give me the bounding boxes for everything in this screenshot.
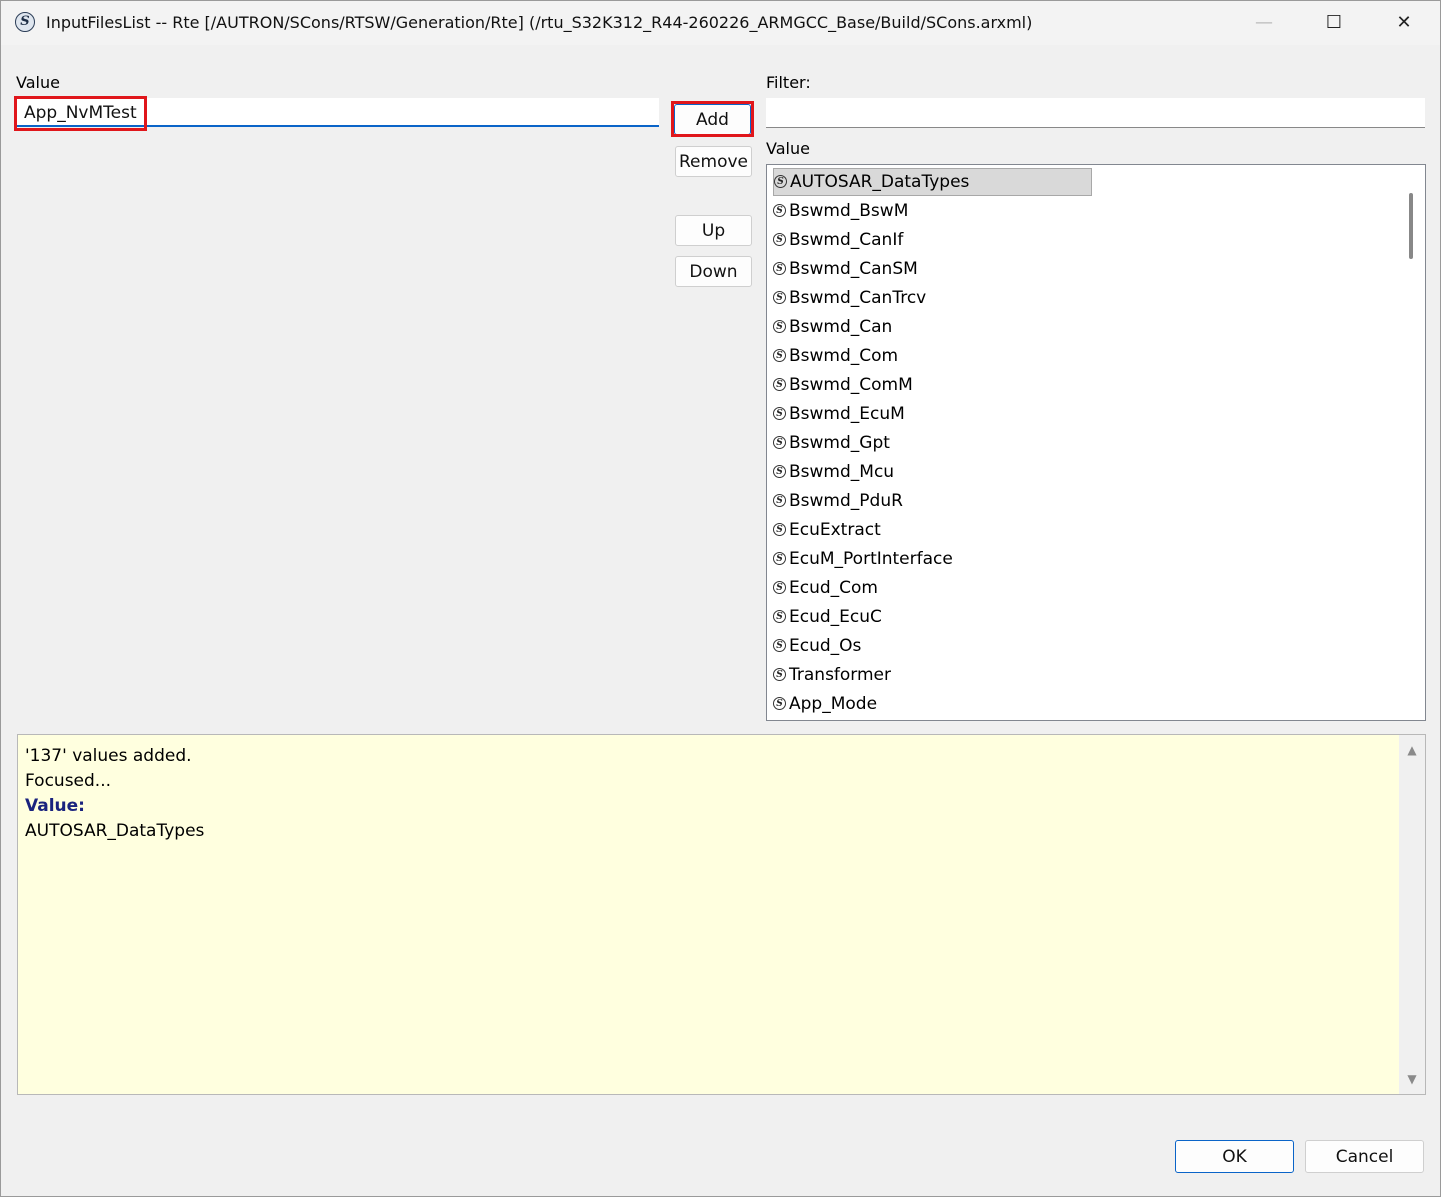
scons-icon: S	[773, 668, 786, 681]
add-button[interactable]: Add	[674, 104, 751, 135]
list-item[interactable]: S Ecud_EcuC	[773, 603, 882, 631]
scons-icon: S	[773, 320, 786, 333]
scons-icon: S	[773, 494, 786, 507]
close-button[interactable]: ✕	[1369, 1, 1439, 45]
list-item[interactable]: S Bswmd_BswM	[773, 197, 908, 225]
message-area: '137' values added. Focused... Value: AU…	[17, 734, 1426, 1095]
list-item[interactable]: S Ecud_Os	[773, 632, 861, 660]
scons-icon: S	[773, 552, 786, 565]
list-item[interactable]: S EcuM_PortInterface	[773, 545, 953, 573]
list-item[interactable]: S Bswmd_CanIf	[773, 226, 903, 254]
window-title: InputFilesList -- Rte [/AUTRON/SCons/RTS…	[46, 13, 1033, 32]
scons-icon: S	[773, 349, 786, 362]
list-scrollbar-thumb[interactable]	[1409, 193, 1413, 259]
ok-button[interactable]: OK	[1175, 1140, 1294, 1173]
list-item[interactable]: S Bswmd_Com	[773, 342, 898, 370]
scons-icon: S	[773, 639, 786, 652]
scons-icon: S	[773, 523, 786, 536]
message-scrollbar[interactable]: ▲ ▼	[1399, 735, 1425, 1094]
value-list[interactable]: S AUTOSAR_DataTypes S Bswmd_BswM S Bswmd_Ca…	[766, 164, 1426, 721]
scroll-up-arrow-icon[interactable]: ▲	[1399, 740, 1425, 760]
down-button[interactable]: Down	[675, 256, 752, 287]
list-item[interactable]: S Bswmd_CanSM	[773, 255, 918, 283]
scroll-down-arrow-icon[interactable]: ▼	[1399, 1069, 1425, 1089]
value-input[interactable]: App_NvMTest	[16, 98, 659, 127]
value-label: Value	[16, 73, 60, 92]
list-item[interactable]: S Bswmd_EcuM	[773, 400, 905, 428]
value-list-label: Value	[766, 139, 810, 158]
remove-button[interactable]: Remove	[675, 146, 752, 177]
scons-icon: S	[773, 407, 786, 420]
filter-input[interactable]	[766, 98, 1425, 128]
scons-icon: S	[773, 378, 786, 391]
scons-icon: S	[773, 262, 786, 275]
list-item[interactable]: S Bswmd_Mcu	[773, 458, 894, 486]
cancel-button[interactable]: Cancel	[1305, 1140, 1424, 1173]
filter-label: Filter:	[766, 73, 811, 92]
scons-icon: S	[773, 436, 786, 449]
list-item[interactable]: S AUTOSAR_DataTypes	[773, 168, 1092, 196]
app-logo-icon: S	[15, 12, 35, 32]
title-bar: S InputFilesList -- Rte [/AUTRON/SCons/R…	[1, 1, 1440, 45]
message-line: Focused...	[25, 771, 112, 791]
message-line: '137' values added.	[25, 746, 192, 766]
message-heading: Value:	[25, 796, 85, 816]
scons-icon: S	[773, 697, 786, 710]
dialog-window: S InputFilesList -- Rte [/AUTRON/SCons/R…	[0, 0, 1441, 1197]
list-item[interactable]: S Ecud_Com	[773, 574, 878, 602]
message-line: AUTOSAR_DataTypes	[25, 821, 205, 841]
list-item[interactable]: S Bswmd_CanTrcv	[773, 284, 926, 312]
list-item[interactable]: S Transformer	[773, 661, 891, 689]
list-item[interactable]: S Bswmd_Gpt	[773, 429, 890, 457]
scons-icon: S	[773, 233, 786, 246]
list-item[interactable]: S Bswmd_Can	[773, 313, 892, 341]
scons-icon: S	[773, 465, 786, 478]
scons-icon: S	[773, 204, 786, 217]
maximize-button[interactable]: ☐	[1299, 1, 1369, 45]
scons-icon: S	[773, 610, 786, 623]
list-item[interactable]: S EcuExtract	[773, 516, 881, 544]
list-item[interactable]: S Bswmd_PduR	[773, 487, 903, 515]
list-item[interactable]: S App_Mode	[773, 690, 877, 718]
minimize-button[interactable]: —	[1229, 1, 1299, 45]
scons-icon: S	[773, 291, 786, 304]
list-item[interactable]: S Bswmd_ComM	[773, 371, 913, 399]
up-button[interactable]: Up	[675, 215, 752, 246]
scons-icon: S	[773, 581, 786, 594]
scons-icon: S	[774, 175, 787, 188]
